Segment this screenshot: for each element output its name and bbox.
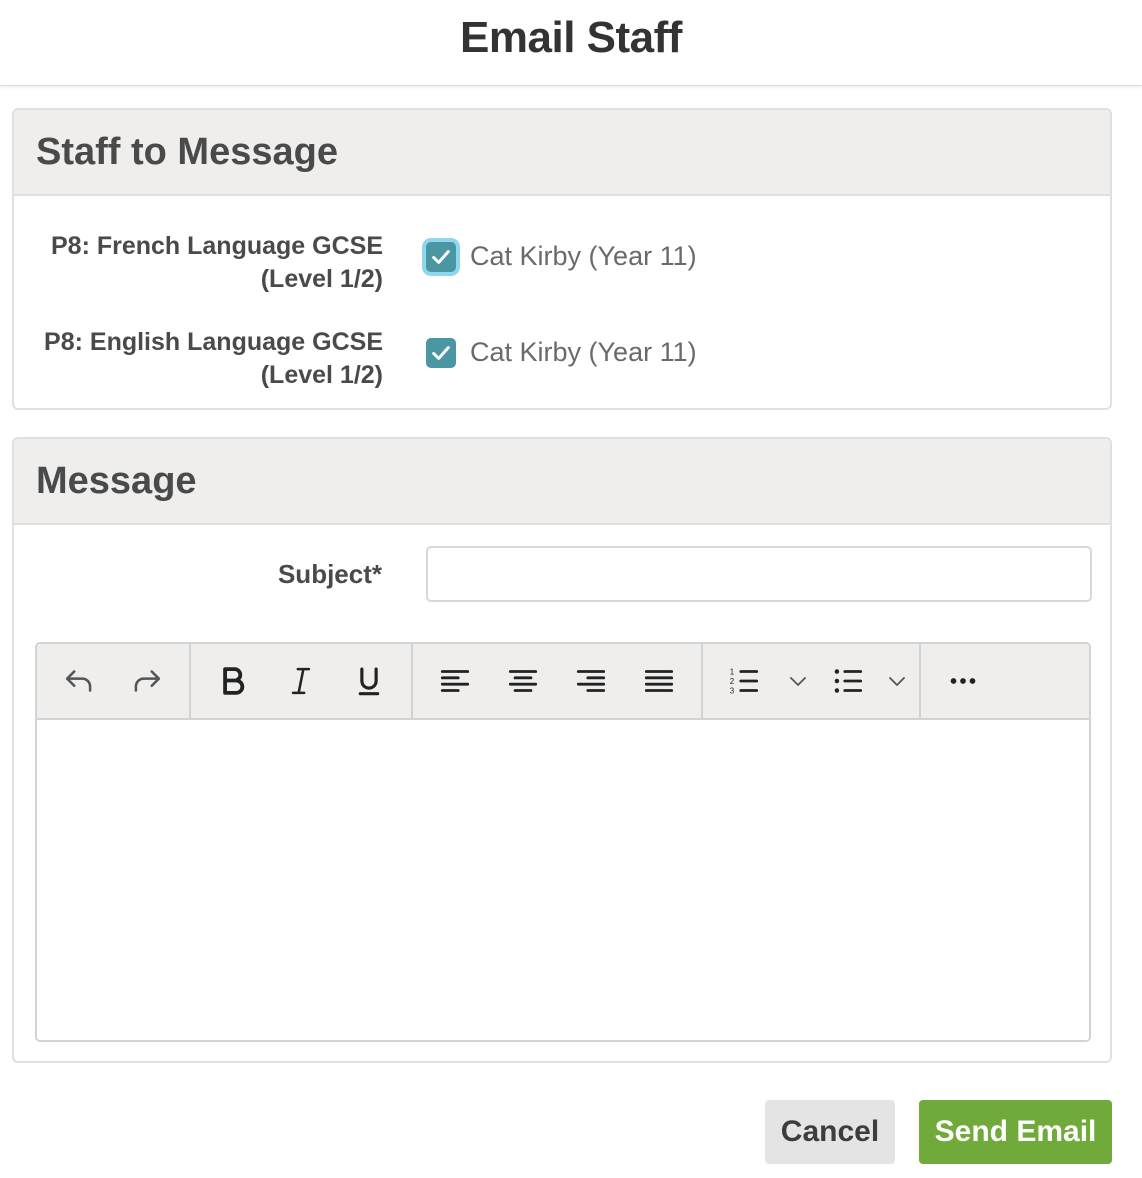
- bullet-list-icon: [834, 669, 862, 693]
- bold-button[interactable]: [199, 644, 267, 718]
- more-group: [921, 644, 997, 718]
- numbered-list-icon: 123: [729, 668, 758, 696]
- redo-button[interactable]: [113, 644, 181, 718]
- chevron-down-icon: [889, 677, 906, 686]
- more-button[interactable]: [929, 644, 997, 718]
- checkmark-icon: [432, 250, 450, 264]
- italic-icon: [291, 667, 311, 695]
- class-name: P8: English Language GCSE: [44, 328, 383, 356]
- more-icon: [950, 678, 976, 684]
- bullet-list-dropdown[interactable]: [875, 644, 919, 718]
- align-justify-button[interactable]: [625, 644, 693, 718]
- numbered-list-dropdown[interactable]: [776, 644, 820, 718]
- message-panel-header: Message: [14, 439, 1110, 525]
- staff-panel-header: Staff to Message: [14, 110, 1110, 196]
- svg-text:3: 3: [729, 687, 734, 696]
- undo-button[interactable]: [45, 644, 113, 718]
- staff-panel-title: Staff to Message: [36, 130, 338, 173]
- bold-icon: [223, 667, 245, 695]
- editor-content-area[interactable]: [37, 720, 1089, 1040]
- class-label: P8: English Language GCSE (Level 1/2): [23, 326, 383, 392]
- staff-to-message-panel: Staff to Message P8: French Language GCS…: [12, 108, 1112, 410]
- class-label: P8: French Language GCSE (Level 1/2): [23, 230, 383, 296]
- page-title: Email Staff: [460, 12, 682, 62]
- redo-icon: [134, 670, 161, 692]
- list-group: 123: [703, 644, 921, 718]
- align-left-button[interactable]: [421, 644, 489, 718]
- undo-icon: [65, 670, 92, 692]
- align-right-icon: [576, 670, 606, 692]
- align-justify-icon: [644, 670, 674, 692]
- svg-text:1: 1: [729, 668, 734, 677]
- align-center-icon: [508, 670, 538, 692]
- class-level: (Level 1/2): [260, 361, 383, 389]
- align-right-button[interactable]: [557, 644, 625, 718]
- class-name: P8: French Language GCSE: [50, 232, 383, 260]
- numbered-list-button[interactable]: 123: [711, 644, 776, 718]
- chevron-down-icon: [790, 677, 807, 686]
- send-email-button[interactable]: Send Email: [919, 1100, 1112, 1164]
- bullet-list-button[interactable]: [820, 644, 875, 718]
- svg-text:2: 2: [729, 677, 733, 686]
- cancel-button[interactable]: Cancel: [765, 1100, 895, 1164]
- rich-text-editor: 123: [35, 642, 1091, 1042]
- message-panel-title: Message: [36, 459, 197, 502]
- editor-toolbar: 123: [37, 644, 1089, 720]
- modal-header: Email Staff: [0, 0, 1142, 86]
- format-group: [191, 644, 413, 718]
- italic-button[interactable]: [267, 644, 335, 718]
- checkmark-icon: [432, 346, 450, 360]
- staff-name[interactable]: Cat Kirby (Year 11): [470, 241, 697, 272]
- history-group: [37, 644, 191, 718]
- staff-checkbox[interactable]: [426, 338, 456, 368]
- staff-checkbox[interactable]: [426, 242, 456, 272]
- class-level: (Level 1/2): [260, 265, 383, 293]
- align-center-button[interactable]: [489, 644, 557, 718]
- alignment-group: [413, 644, 703, 718]
- underline-button[interactable]: [335, 644, 403, 718]
- underline-icon: [358, 667, 380, 696]
- staff-name[interactable]: Cat Kirby (Year 11): [470, 337, 697, 368]
- message-panel: Message Subject* 1 2 3: [12, 437, 1112, 1063]
- align-left-icon: [440, 670, 470, 692]
- subject-label: Subject*: [277, 559, 382, 589]
- subject-input[interactable]: [426, 546, 1092, 602]
